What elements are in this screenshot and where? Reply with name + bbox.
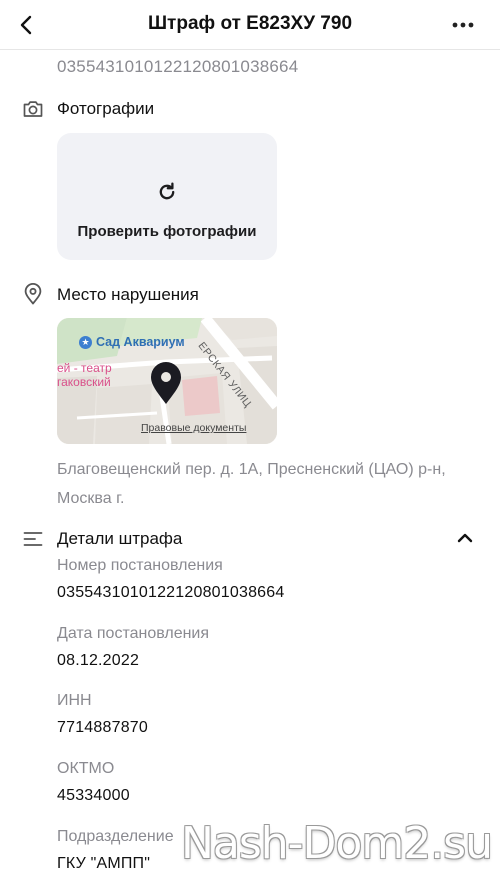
page-title: Штраф от Е823ХУ 790 [147,13,353,34]
list-icon [23,532,43,546]
field-value-department: ГКУ "АМПП" [57,855,151,872]
field-label-department: Подразделение [57,828,174,845]
map-park-text: Сад Аквариум [96,335,185,349]
star-icon: ★ [79,335,92,349]
field-value-oktmo: 45334000 [57,787,130,804]
field-value-inn: 7714887870 [57,719,148,736]
check-photos-label: Проверить фотографии [77,223,257,240]
field-label-inn: ИНН [57,692,92,709]
photos-section-title: Фотографии [57,99,155,118]
resolution-number-top: 03554310101221208010386​64 [57,57,299,76]
legal-documents-link[interactable]: Правовые документы [141,422,246,434]
map-theatre-label-1: ей - театр [57,361,112,375]
field-value-resolution-date: 08.12.2022 [57,652,140,669]
map-park-label: ★ Сад Аквариум [79,335,185,349]
camera-icon [23,101,43,117]
more-horizontal-icon [452,22,474,28]
watermark: Nash-Dom2.su [180,818,493,869]
chevron-up-icon[interactable] [455,530,475,546]
field-label-oktmo: ОКТМО [57,760,115,777]
violation-map[interactable]: ★ Сад Аквариум ей - театр гаковский ЕРСК… [57,318,277,444]
location-section-title: Место нарушения [57,285,199,304]
more-options-button[interactable] [448,12,478,38]
map-marker-icon [151,362,181,404]
location-pin-icon [24,283,42,305]
top-nav-bar: Штраф от Е823ХУ 790 [0,0,500,50]
refresh-icon [159,182,175,200]
map-theatre-label-2: гаковский [57,375,111,389]
field-label-resolution-number: Номер постановления [57,557,223,574]
check-photos-button[interactable]: Проверить фотографии [57,133,277,260]
field-label-resolution-date: Дата постановления [57,625,210,642]
details-section-title: Детали штрафа [57,529,183,548]
field-value-resolution-number: 03554310101221208010386​64 [57,584,285,601]
violation-address: Благовещенский пер. д. 1А, Пресненский (… [57,461,446,507]
